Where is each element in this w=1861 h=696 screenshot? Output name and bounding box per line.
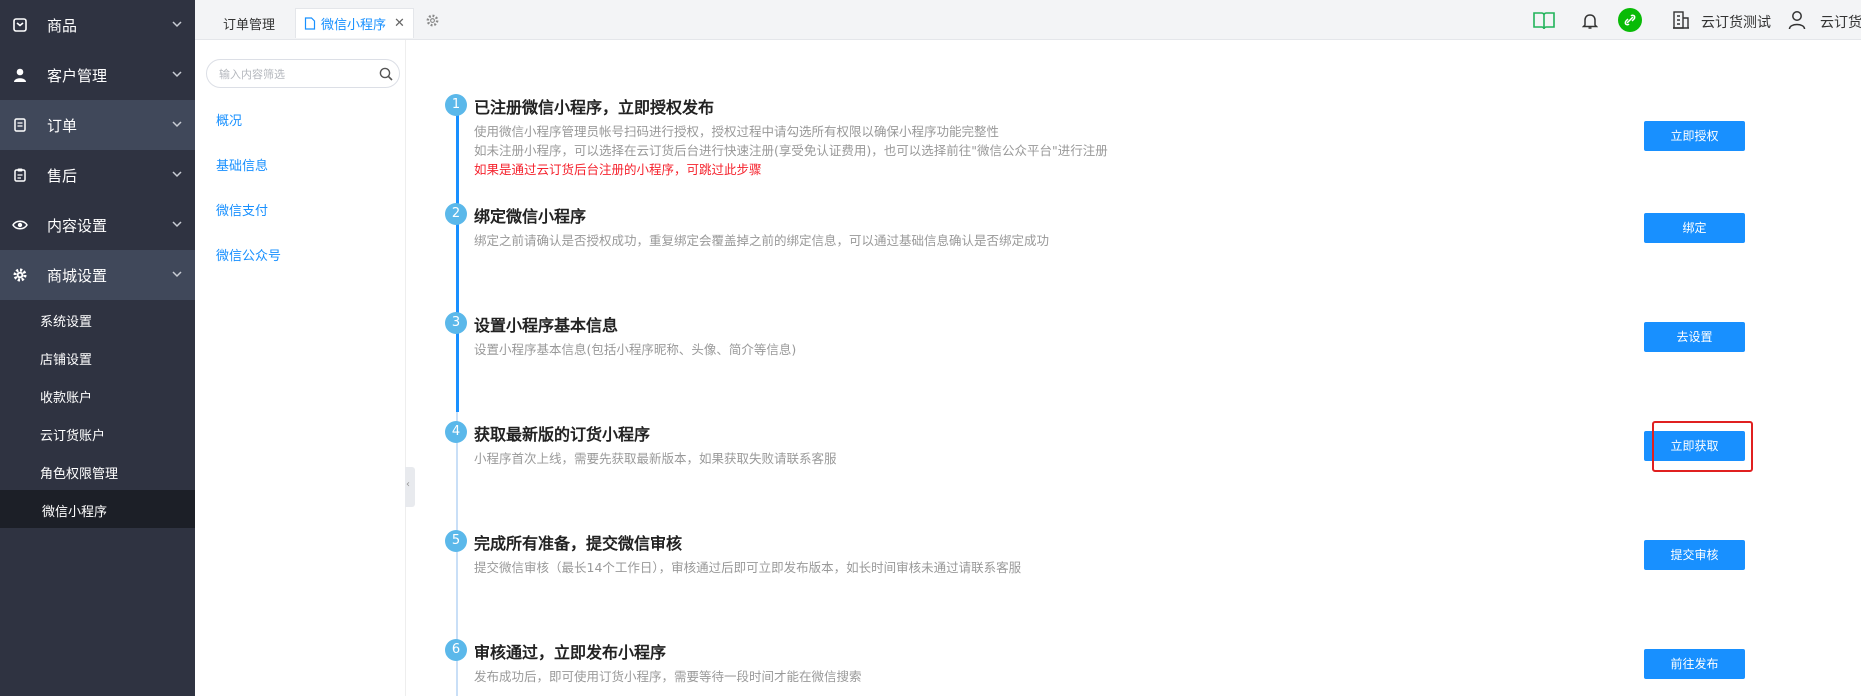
user-icon [14, 68, 26, 82]
user-name[interactable]: 云订货 [1820, 12, 1861, 32]
authorize-now-button[interactable]: 立即授权 [1644, 121, 1745, 151]
secondary-nav: 概况 基础信息 微信支付 微信公众号 [195, 40, 406, 696]
step-number: 5 [445, 530, 467, 552]
sidebar-subitem-label: 收款账户 [40, 391, 93, 406]
tab-label: 订单管理 [223, 17, 276, 33]
link-icon[interactable] [1618, 8, 1642, 32]
go-settings-button[interactable]: 去设置 [1644, 322, 1745, 352]
sidebar-item-label: 售后 [47, 167, 78, 185]
chevron-down-icon [172, 221, 182, 228]
sidebar-subitem-label: 微信小程序 [42, 505, 108, 520]
setup-steps: 1 已注册微信小程序，立即授权发布 使用微信小程序管理员帐号扫码进行授权，授权过… [406, 40, 1861, 696]
subnav-link-overview[interactable]: 概况 [216, 110, 242, 129]
step-description: 如未注册小程序，可以选择在云订货后台进行快速注册(享受免认证费用)，也可以选择前… [474, 143, 1108, 158]
sidebar-subitem-label: 云订货账户 [40, 429, 106, 444]
step-description: 使用微信小程序管理员帐号扫码进行授权，授权过程中请勾选所有权限以确保小程序功能完… [474, 124, 1000, 139]
sidebar-subitem-label: 角色权限管理 [40, 467, 119, 482]
bell-icon[interactable] [1582, 12, 1598, 30]
sidebar-item-products[interactable]: 商品 [0, 0, 195, 50]
submit-review-button[interactable]: 提交审核 [1644, 540, 1745, 570]
sidebar-item-label: 商城设置 [47, 267, 108, 285]
sidebar-subitem-label: 系统设置 [40, 315, 93, 330]
subnav-link-wechat-pay[interactable]: 微信支付 [216, 200, 268, 219]
top-bar: 订单管理 微信小程序 ✕ 云订货测试 云订货 [195, 0, 1861, 40]
sidebar-item-label: 内容设置 [47, 217, 108, 235]
user-icon[interactable] [1788, 10, 1806, 30]
sidebar-subitem-yundinghuo-account[interactable]: 云订货账户 [0, 414, 195, 452]
sidebar-item-orders[interactable]: 订单 [0, 100, 195, 150]
filter-search-box [206, 59, 400, 88]
close-icon[interactable]: ✕ [394, 16, 405, 31]
chevron-down-icon [172, 21, 182, 28]
step-title: 获取最新版的订货小程序 [474, 425, 651, 444]
document-icon [304, 17, 316, 30]
get-latest-button[interactable]: 立即获取 [1644, 431, 1745, 461]
search-icon[interactable] [379, 67, 393, 81]
gear-icon [13, 268, 27, 282]
step-description: 提交微信审核（最长14个工作日），审核通过后即可立即发布版本，如长时间审核未通过… [474, 560, 1022, 575]
subnav-link-wechat-official-account[interactable]: 微信公众号 [216, 245, 281, 264]
chevron-down-icon [172, 121, 182, 128]
tab-label: 微信小程序 [321, 18, 387, 33]
step-title: 审核通过，立即发布小程序 [474, 643, 667, 662]
step-number: 1 [445, 94, 467, 116]
step-description: 绑定之前请确认是否授权成功，重复绑定会覆盖掉之前的绑定信息，可以通过基础信息确认… [474, 233, 1050, 248]
book-icon[interactable] [1533, 11, 1555, 31]
step-description: 小程序首次上线，需要先获取最新版本，如果获取失败请联系客服 [474, 451, 837, 466]
sidebar-subitem-role-permissions[interactable]: 角色权限管理 [0, 452, 195, 490]
step-track-progress [456, 105, 459, 412]
step-warning-note: 如果是通过云订货后台注册的小程序，可跳过此步骤 [474, 162, 762, 177]
subnav-link-basic-info[interactable]: 基础信息 [216, 155, 268, 174]
step-title: 完成所有准备，提交微信审核 [474, 534, 683, 553]
step-number: 3 [445, 312, 467, 334]
chevron-down-icon [172, 271, 182, 278]
step-number: 2 [445, 203, 467, 225]
app: 商品 客户管理 订单 售后 内容设置 商城设置 系统设置 店铺设置 收款账户 云… [0, 0, 1861, 696]
eye-icon [12, 220, 28, 230]
sidebar-subitem-wechat-miniprogram[interactable]: 微信小程序 [0, 490, 195, 528]
step-number: 6 [445, 639, 467, 661]
tab-order-management[interactable]: 订单管理 [223, 8, 275, 38]
chevron-down-icon [172, 71, 182, 78]
sidebar-item-customers[interactable]: 客户管理 [0, 50, 195, 100]
sidebar-subitem-payment-account[interactable]: 收款账户 [0, 376, 195, 414]
tab-wechat-miniprogram[interactable]: 微信小程序 ✕ [295, 8, 414, 38]
clipboard-icon [14, 168, 26, 182]
sidebar-submenu: 系统设置 店铺设置 收款账户 云订货账户 角色权限管理 微信小程序 [0, 300, 195, 528]
sidebar-subitem-label: 店铺设置 [40, 353, 93, 368]
step-description: 发布成功后，即可使用订货小程序，需要等待一段时间才能在微信搜索 [474, 669, 862, 684]
sidebar-subitem-system-settings[interactable]: 系统设置 [0, 300, 195, 338]
step-description: 设置小程序基本信息(包括小程序昵称、头像、简介等信息) [474, 342, 797, 357]
settings-icon[interactable] [425, 13, 440, 28]
sidebar-item-content-settings[interactable]: 内容设置 [0, 200, 195, 250]
sidebar-item-after-sales[interactable]: 售后 [0, 150, 195, 200]
step-title: 绑定微信小程序 [474, 207, 587, 226]
bind-button[interactable]: 绑定 [1644, 213, 1745, 243]
sidebar-item-mall-settings[interactable]: 商城设置 [0, 250, 195, 300]
box-icon [13, 18, 27, 32]
sidebar-subitem-store-settings[interactable]: 店铺设置 [0, 338, 195, 376]
account-name[interactable]: 云订货测试 [1701, 12, 1771, 32]
sidebar-item-label: 商品 [47, 17, 78, 35]
chevron-down-icon [172, 171, 182, 178]
building-icon[interactable] [1672, 10, 1690, 30]
sidebar-item-label: 订单 [47, 117, 78, 135]
main-sidebar: 商品 客户管理 订单 售后 内容设置 商城设置 系统设置 店铺设置 收款账户 云… [0, 0, 195, 696]
filter-input[interactable] [219, 65, 369, 83]
go-publish-button[interactable]: 前往发布 [1644, 649, 1745, 679]
step-title: 已注册微信小程序，立即授权发布 [474, 98, 715, 117]
list-icon [14, 118, 26, 132]
sidebar-item-label: 客户管理 [47, 67, 108, 85]
step-title: 设置小程序基本信息 [474, 316, 619, 335]
step-number: 4 [445, 421, 467, 443]
